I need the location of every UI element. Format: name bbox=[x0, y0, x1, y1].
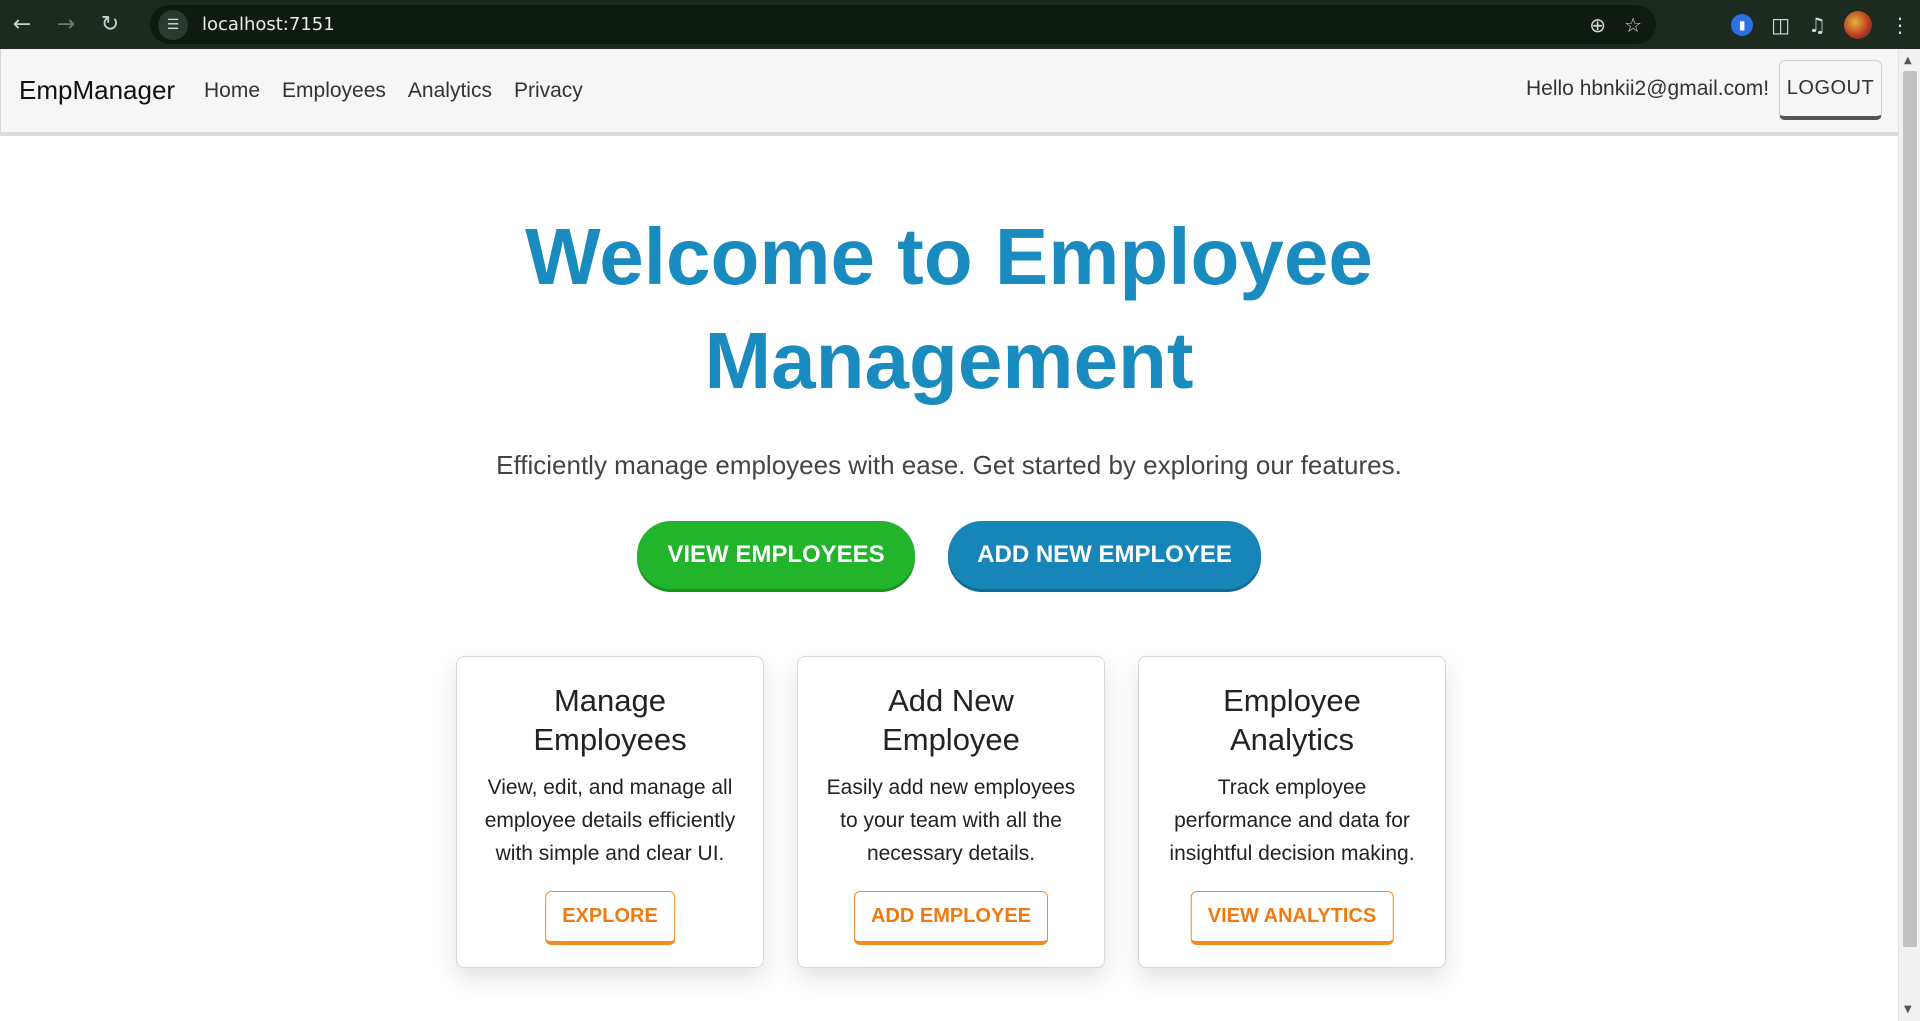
zoom-icon[interactable]: ⊕ bbox=[1589, 13, 1606, 37]
bookmark-extension-icon[interactable]: ▮ bbox=[1731, 13, 1754, 36]
nav-link-analytics[interactable]: Analytics bbox=[408, 79, 492, 103]
user-greeting: Hello hbnkii2@gmail.com! bbox=[1526, 77, 1770, 100]
hero-title: Welcome to Employee Management bbox=[449, 205, 1449, 413]
nav-link-employees[interactable]: Employees bbox=[282, 79, 386, 103]
tune-icon[interactable]: ☰ bbox=[158, 9, 188, 40]
logout-button[interactable]: LOGOUT bbox=[1779, 60, 1882, 120]
add-new-employee-card: Add New Employee Easily add new employee… bbox=[797, 656, 1105, 968]
nav-link-home[interactable]: Home bbox=[204, 79, 260, 103]
profile-avatar[interactable] bbox=[1844, 10, 1872, 39]
card-title: Employee Analytics bbox=[1223, 683, 1361, 757]
card-title: Add New Employee bbox=[882, 683, 1020, 757]
url-text[interactable]: localhost:7151 bbox=[202, 14, 335, 35]
nav-links: Home Employees Analytics Privacy bbox=[204, 79, 583, 103]
manage-employees-card: Manage Employees View, edit, and manage … bbox=[456, 656, 764, 968]
scroll-up-icon[interactable]: ▲ bbox=[1904, 55, 1912, 66]
star-icon[interactable]: ☆ bbox=[1624, 13, 1642, 37]
scroll-down-icon[interactable]: ▼ bbox=[1904, 1004, 1912, 1015]
puzzle-icon[interactable]: ◫ bbox=[1771, 13, 1790, 37]
scroll-thumb[interactable] bbox=[1903, 71, 1917, 947]
browser-toolbar: ← → ↻ ☰ localhost:7151 ⊕ ☆ ▮ ◫ ♫ ⋮ bbox=[0, 0, 1920, 49]
view-analytics-button[interactable]: VIEW ANALYTICS bbox=[1190, 891, 1394, 945]
hero-title-line-2: Management bbox=[704, 316, 1194, 405]
employee-analytics-card: Employee Analytics Track employee perfor… bbox=[1138, 656, 1446, 968]
page-scrollbar[interactable]: ▲ ▼ bbox=[1898, 49, 1920, 1021]
view-employees-button[interactable]: VIEW EMPLOYEES bbox=[637, 521, 915, 589]
card-text: View, edit, and manage all employee deta… bbox=[484, 776, 736, 865]
media-queue-icon[interactable]: ♫ bbox=[1808, 13, 1826, 37]
site-navbar: EmpManager Home Employees Analytics Priv… bbox=[0, 49, 1898, 136]
back-arrow-icon[interactable]: ← bbox=[0, 5, 44, 45]
card-text: Track employee performance and data for … bbox=[1169, 776, 1415, 865]
forward-arrow-icon[interactable]: → bbox=[44, 5, 88, 45]
add-employee-button[interactable]: ADD EMPLOYEE bbox=[853, 891, 1049, 945]
brand-link[interactable]: EmpManager bbox=[19, 75, 175, 106]
explore-button[interactable]: EXPLORE bbox=[545, 891, 675, 945]
hero-title-line-1: Welcome to Employee bbox=[525, 212, 1373, 301]
nav-link-privacy[interactable]: Privacy bbox=[514, 79, 583, 103]
kebab-menu-icon[interactable]: ⋮ bbox=[1890, 13, 1910, 37]
card-title: Manage Employees bbox=[533, 683, 687, 757]
add-new-employee-button[interactable]: ADD NEW EMPLOYEE bbox=[948, 521, 1261, 589]
reload-icon[interactable]: ↻ bbox=[88, 5, 132, 45]
card-text: Easily add new employees to your team wi… bbox=[826, 776, 1076, 865]
address-bar[interactable]: ☰ localhost:7151 ⊕ ☆ bbox=[150, 5, 1656, 44]
hero-subtitle: Efficiently manage employees with ease. … bbox=[496, 450, 1402, 480]
